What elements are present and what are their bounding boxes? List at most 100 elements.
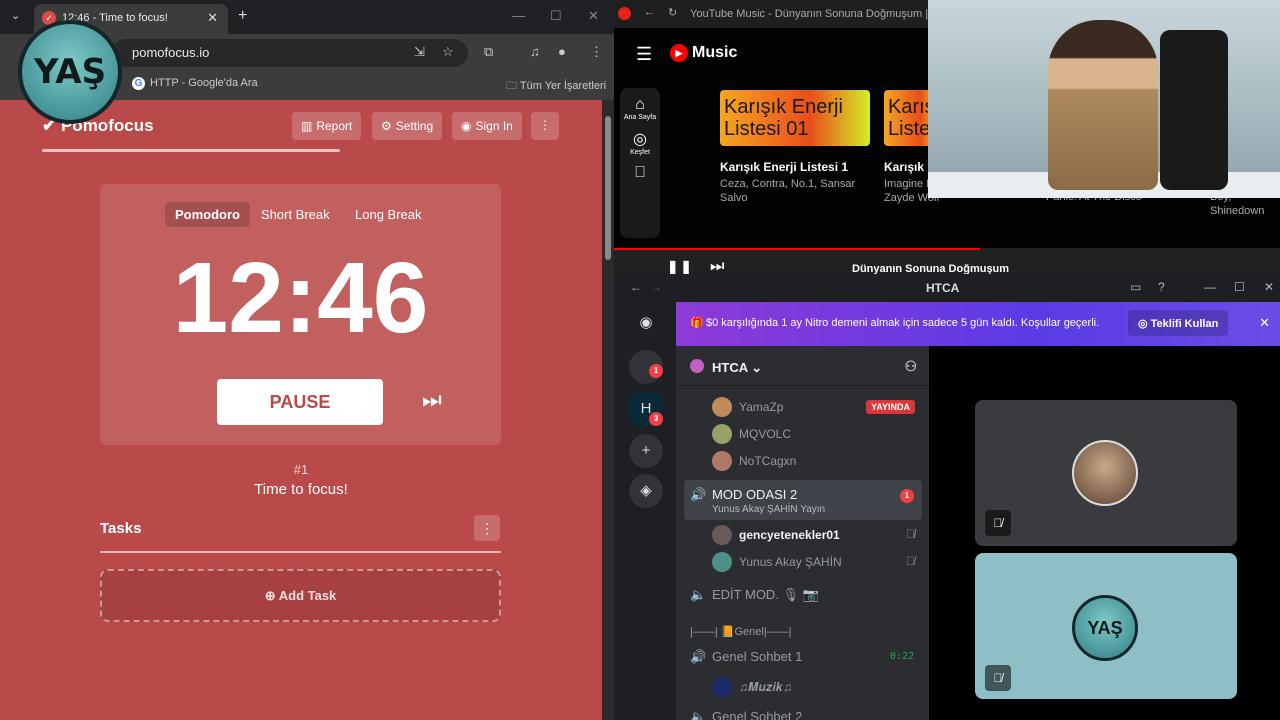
gear-icon: ⚙ — [381, 119, 392, 133]
voice-member[interactable]: ♫𝑴𝒖𝒛𝒊𝒌♫ — [712, 676, 922, 698]
voice-channel-edit-mod[interactable]: 🔈 EDİT MOD. 🎙 📷 — [684, 580, 922, 612]
channel-badge: 1 — [900, 489, 914, 503]
menu-kebab-icon[interactable]: ⋮ — [590, 44, 603, 60]
participant-tile-2[interactable]: YAŞ 🎙̸ — [975, 553, 1237, 699]
ytm-player-bar: ❚❚ ⏭ Dünyanın Sonuna Doğmuşum — [614, 248, 1280, 274]
close-window-icon[interactable]: ✕ — [588, 8, 599, 24]
mode-short-break[interactable]: Short Break — [251, 202, 340, 227]
close-window-icon[interactable]: ✕ — [1264, 280, 1274, 294]
close-banner-icon[interactable]: ✕ — [1259, 315, 1270, 331]
home-icon[interactable]: ⌂ — [620, 96, 660, 114]
voice-member[interactable]: NoTCagxn — [712, 450, 922, 472]
server-header[interactable]: HTCA ⌄ ⚇ — [676, 346, 929, 386]
participant-tile-1[interactable]: 🎙̸ — [975, 400, 1237, 546]
voice-member[interactable]: gencyetenekler01 🎙̸ — [712, 524, 922, 546]
scrollbar-thumb[interactable] — [605, 116, 611, 260]
voice-stage: 🎙̸ YAŞ 🎙̸ — [929, 346, 1280, 720]
progress-underline — [42, 149, 340, 152]
back-arrow-icon[interactable]: ← — [644, 6, 655, 18]
mode-long-break[interactable]: Long Break — [345, 202, 432, 227]
more-menu-button[interactable]: ⋮ — [531, 112, 559, 140]
playlist-card-1[interactable]: Karışık Enerji Listesi 01 — [720, 90, 870, 146]
speaker-icon: 🔈 — [690, 587, 707, 602]
close-tab-icon[interactable]: ✕ — [207, 10, 218, 26]
voice-channel-mod-odasi-2[interactable]: 🔊 MOD ODASI 2 Yunus Akay ŞAHİN Yayın 1 — [684, 480, 922, 520]
library-icon[interactable]: ⎕ — [620, 164, 660, 182]
sign-in-button[interactable]: ◉ Sign In — [452, 112, 522, 140]
mode-pomodoro[interactable]: Pomodoro — [165, 202, 250, 227]
member-name: YamaZp — [739, 400, 784, 414]
compass-icon[interactable]: ◎ — [620, 129, 660, 149]
media-icon[interactable]: ♫ — [530, 44, 540, 59]
voice-channel-genel-sohbet-1[interactable]: 🔊 Genel Sohbet 1 0:22 — [684, 642, 922, 674]
add-task-button[interactable]: ⊕ Add Task — [100, 569, 501, 622]
bookmark-all[interactable]: 🗀 Tüm Yer İşaretleri — [506, 77, 606, 96]
avatar — [712, 397, 732, 417]
avatar — [712, 677, 732, 697]
forward-arrow-icon[interactable]: → — [650, 280, 662, 294]
maximize-icon[interactable]: ☐ — [1234, 280, 1245, 294]
timer-display: 12:46 — [172, 242, 429, 354]
new-tab-icon[interactable]: + — [238, 7, 247, 25]
pause-icon[interactable]: ❚❚ — [666, 258, 693, 274]
side-home-label: Ana Sayfa — [623, 114, 657, 121]
server-badge-1: 1 — [649, 364, 663, 378]
discord-home-icon[interactable]: ◉ — [629, 306, 663, 340]
ytm-window-title: YouTube Music - Dünyanın Sonuna Doğmuşum… — [690, 8, 957, 20]
voice-member[interactable]: YamaZp YAYINDA — [712, 396, 922, 418]
extensions-icon[interactable]: ⧉ — [484, 44, 493, 60]
help-icon[interactable]: ? — [1158, 280, 1165, 294]
voice-channel-genel-sohbet-2[interactable]: 🔈 Genel Sohbet 2 — [684, 702, 922, 720]
back-arrow-icon[interactable]: ← — [630, 280, 642, 294]
server-small-icon — [690, 359, 704, 373]
ytm-app-icon — [618, 7, 631, 20]
maximize-icon[interactable]: ☐ — [550, 8, 562, 24]
round-number: #1 — [293, 462, 309, 477]
muted-mic-icon: 🎙̸ — [985, 665, 1011, 691]
hamburger-icon[interactable]: ☰ — [636, 44, 652, 65]
voice-member[interactable]: MQVOLC — [712, 423, 922, 445]
chrome-window: ⌄ ✓ 12:46 - Time to focus! ✕ + — ☐ ✕ pom… — [0, 0, 614, 720]
minimize-icon[interactable]: — — [1204, 280, 1216, 294]
category-genel[interactable]: |——| 📙Genel|——| — [690, 625, 792, 638]
add-server-icon[interactable]: + — [629, 434, 663, 468]
explore-servers-icon[interactable]: ◈ — [629, 474, 663, 508]
discord-window-title: HTCA — [926, 281, 960, 295]
yas-logo-avatar: YAŞ — [1072, 595, 1138, 661]
play-logo-icon: ▶ — [670, 44, 688, 62]
profile-avatar-icon[interactable]: ● — [558, 44, 566, 59]
bookmark-star-icon[interactable]: ☆ — [442, 44, 454, 60]
minimize-icon[interactable]: — — [512, 8, 525, 23]
voice-member[interactable]: Yunus Akay ŞAHİN 🎙̸ — [712, 551, 922, 573]
pause-button[interactable]: PAUSE — [217, 379, 383, 425]
nitro-button-label: Teklifi Kullan — [1150, 318, 1219, 330]
speaker-icon: 🔊 — [690, 649, 707, 664]
server-rail: ◉ 1 H 3 + ◈ — [614, 302, 676, 720]
card-title-1[interactable]: Karışık Enerji Listesi 1 — [720, 160, 848, 174]
tasks-menu-button[interactable]: ⋮ — [474, 515, 500, 541]
focus-message: Time to focus! — [254, 481, 348, 498]
page-scrollbar[interactable] — [602, 100, 614, 720]
pomofocus-page: ✔ Pomofocus ▥ Report ⚙ Setting ◉ Sign In ⋮ … — [0, 100, 602, 720]
tab-search-icon[interactable]: ⌄ — [11, 9, 20, 22]
ytm-logo[interactable]: ▶ Music — [670, 44, 737, 62]
next-icon[interactable]: ⏭ — [710, 258, 724, 274]
report-button[interactable]: ▥ Report — [292, 112, 362, 140]
side-explore-label: Keşfet — [630, 149, 650, 156]
bookmark-google-label: HTTP - Google'da Ara — [150, 77, 258, 89]
invite-people-icon[interactable]: ⚇ — [904, 358, 917, 375]
now-playing-title[interactable]: Dünyanın Sonuna Doğmuşum — [852, 263, 1009, 274]
playback-progress[interactable] — [614, 248, 981, 250]
reload-icon[interactable]: ↻ — [668, 6, 677, 19]
bookmark-google[interactable]: G HTTP - Google'da Ara — [132, 77, 258, 90]
skip-icon[interactable]: ⏭ — [422, 387, 442, 413]
card-sub-1: Ceza, Contra, No.1, Sansar Salvo — [720, 178, 856, 204]
nitro-claim-button[interactable]: ◎ Teklifi Kullan — [1128, 310, 1229, 336]
speaker-icon: 🔊 — [690, 487, 707, 502]
install-icon[interactable]: ⇲ — [414, 44, 425, 60]
setting-button[interactable]: ⚙ Setting — [372, 112, 443, 140]
card-art-text: Karışık Enerji Listesi — [724, 96, 843, 140]
nitro-icon: ◎ — [1138, 318, 1151, 330]
muted-mic-icon: 🎙̸ — [906, 554, 915, 568]
inbox-icon[interactable]: ▭ — [1130, 280, 1141, 294]
